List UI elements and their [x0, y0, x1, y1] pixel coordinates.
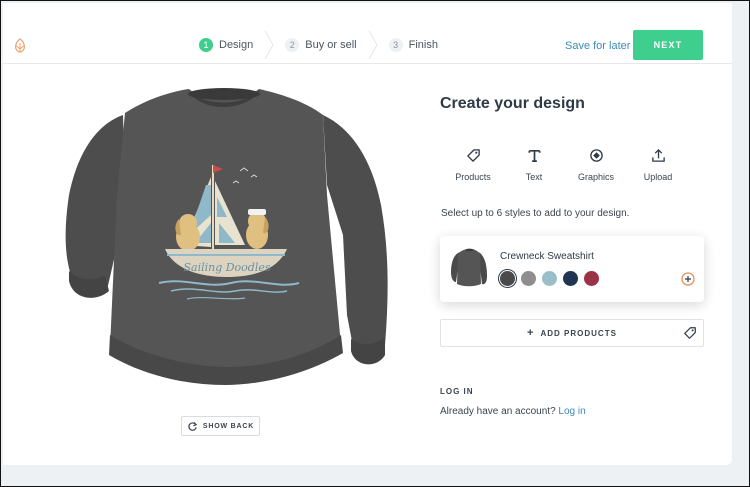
color-swatch[interactable] [500, 271, 515, 286]
tool-upload[interactable]: Upload [628, 148, 688, 185]
tool-label: Products [455, 172, 491, 182]
graphics-icon [589, 149, 603, 162]
tool-label: Upload [643, 172, 673, 182]
top-bar: 1 Design 2 Buy or sell 3 Finish Save for… [3, 3, 732, 64]
login-heading: LOG IN [440, 387, 474, 396]
product-card[interactable]: Crewneck Sweatshirt [440, 236, 704, 302]
window-frame: 1 Design 2 Buy or sell 3 Finish Save for… [0, 0, 750, 487]
sweatshirt-thumbnail[interactable] [450, 248, 488, 288]
tool-text[interactable]: Text [504, 148, 564, 185]
step-label: Finish [408, 39, 438, 51]
save-for-later-link[interactable]: Save for later [565, 40, 630, 52]
show-back-label: SHOW BACK [202, 422, 255, 430]
add-products-label: ADD PRODUCTS [540, 328, 617, 338]
step-finish[interactable]: 3 Finish [388, 38, 438, 52]
color-swatch[interactable] [584, 271, 599, 286]
tool-bar: Products Text Graphics Upload [443, 148, 703, 184]
designer-card: 1 Design 2 Buy or sell 3 Finish Save for… [3, 3, 732, 465]
step-label: Buy or sell [305, 39, 357, 51]
color-swatch[interactable] [563, 271, 578, 286]
leaf-logo-icon[interactable] [12, 37, 28, 53]
step-number: 3 [388, 38, 403, 52]
color-swatches [500, 271, 605, 286]
login-link[interactable]: Log in [558, 406, 585, 417]
add-color-icon[interactable] [681, 272, 695, 286]
panel-title: Create your design [440, 95, 585, 112]
chevron-right-icon [368, 31, 378, 59]
tag-icon [684, 327, 696, 339]
styles-hint: Select up to 6 styles to add to your des… [441, 208, 630, 219]
sweatshirt-preview[interactable]: Sailing Doodles [55, 85, 395, 395]
step-label: Design [219, 39, 254, 51]
chevron-right-icon [264, 31, 274, 59]
color-swatch[interactable] [542, 271, 557, 286]
login-prompt-line: Already have an account? Log in [440, 406, 586, 417]
next-button[interactable]: NEXT [633, 30, 703, 60]
step-design[interactable]: 1 Design [199, 38, 253, 52]
add-products-button[interactable]: + ADD PRODUCTS [440, 319, 704, 347]
step-progress: 1 Design 2 Buy or sell 3 Finish [199, 31, 438, 59]
rotate-icon [188, 421, 198, 431]
login-prompt: Already have an account? [440, 406, 556, 417]
plus-icon: + [527, 327, 535, 339]
tool-label: Text [525, 172, 543, 182]
tool-products[interactable]: Products [443, 148, 503, 185]
text-icon [528, 149, 540, 162]
upload-icon [651, 148, 665, 162]
design-text: Sailing Doodles [183, 261, 270, 274]
tag-icon [466, 149, 480, 162]
show-back-button[interactable]: SHOW BACK [181, 416, 260, 436]
step-number: 2 [285, 38, 300, 52]
product-name: Crewneck Sweatshirt [500, 251, 594, 262]
step-buy-or-sell[interactable]: 2 Buy or sell [285, 38, 357, 52]
tool-graphics[interactable]: Graphics [566, 148, 626, 185]
step-number: 1 [199, 38, 213, 52]
tool-label: Graphics [577, 172, 614, 182]
color-swatch[interactable] [521, 271, 536, 286]
